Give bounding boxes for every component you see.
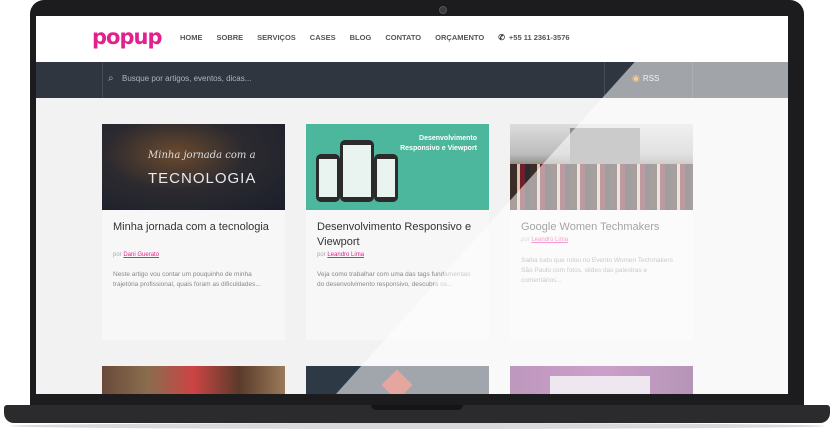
thumbnail-caption: Desenvolvimento Responsivo e Viewport xyxy=(400,135,477,152)
post-author-link[interactable]: Dani Guerato xyxy=(123,252,159,258)
nav-item-servicos[interactable]: SERVIÇOS xyxy=(257,33,296,42)
photo-projection-screen xyxy=(570,128,640,166)
rss-icon: ◉ xyxy=(632,73,640,83)
phone-illustration xyxy=(340,140,374,202)
search-input[interactable] xyxy=(122,74,422,83)
nav-item-orcamento[interactable]: ORÇAMENTO xyxy=(435,33,484,42)
phone-illustration xyxy=(374,154,398,202)
post-card[interactable]: Desenvolvimento Responsivo e Viewport De… xyxy=(306,124,489,340)
post-excerpt: Neste artigo vou contar um pouquinho de … xyxy=(113,271,261,288)
search-icon: ⌕ xyxy=(108,73,114,84)
phone-contact[interactable]: ✆ +55 11 2361-3576 xyxy=(498,33,569,42)
rss-link[interactable]: ◉ RSS xyxy=(632,73,659,84)
nav-item-cases[interactable]: CASES xyxy=(310,33,336,42)
phone-icon: ✆ xyxy=(498,33,505,42)
nav-item-sobre[interactable]: SOBRE xyxy=(217,33,244,42)
post-title[interactable]: Minha jornada com a tecnologia xyxy=(113,220,278,235)
post-title[interactable]: Desenvolvimento Responsivo e Viewport xyxy=(317,220,482,250)
post-author-link[interactable]: Leandro Lima xyxy=(327,252,364,258)
post-author-link[interactable]: Leandro Lima xyxy=(531,237,568,243)
post-byline: por Leandro Lima xyxy=(317,252,364,258)
nav-item-contato[interactable]: CONTATO xyxy=(385,33,421,42)
byline-prefix: por xyxy=(521,237,530,243)
post-thumbnail-partial[interactable] xyxy=(306,366,489,394)
main-nav: HOME SOBRE SERVIÇOS CASES BLOG CONTATO O… xyxy=(180,33,570,42)
post-byline: por Dani Guerato xyxy=(113,252,159,258)
phone-number: +55 11 2361-3576 xyxy=(508,33,570,42)
search-bar: ⌕ ◉ RSS xyxy=(36,62,788,98)
post-excerpt: Veja como trabalhar com uma das tags fun… xyxy=(317,271,471,288)
divider xyxy=(102,62,103,98)
post-thumbnail-partial[interactable] xyxy=(102,366,285,394)
laptop-screen: popup HOME SOBRE SERVIÇOS CASES BLOG CON… xyxy=(36,16,788,394)
webcam xyxy=(439,6,447,14)
post-card[interactable]: Minha jornada com a TECNOLOGIA Minha jor… xyxy=(102,124,285,340)
photo-crowd xyxy=(510,164,693,210)
byline-prefix: por xyxy=(317,252,326,258)
post-title[interactable]: Google Women Techmakers xyxy=(521,220,686,235)
byline-prefix: por xyxy=(113,252,122,258)
rss-label: RSS xyxy=(642,74,660,83)
site-logo[interactable]: popup xyxy=(92,25,162,49)
thumbnail-shape xyxy=(381,369,413,394)
post-thumbnail-partial[interactable] xyxy=(510,366,693,394)
nav-item-blog[interactable]: BLOG xyxy=(350,33,372,42)
thumbnail-title-text: TECNOLOGIA xyxy=(148,170,257,187)
thumbnail-script-text: Minha jornada com a xyxy=(148,150,256,161)
laptop-notch xyxy=(371,405,463,410)
post-excerpt: Saiba tudo que rolou no Evento Women Tec… xyxy=(521,257,673,284)
post-thumbnail[interactable]: Desenvolvimento Responsivo e Viewport xyxy=(306,124,489,210)
laptop-shadow xyxy=(10,423,824,429)
divider xyxy=(604,62,605,98)
site-header: popup HOME SOBRE SERVIÇOS CASES BLOG CON… xyxy=(36,16,788,62)
phone-illustration xyxy=(316,154,340,202)
thumbnail-shape xyxy=(550,376,650,394)
divider xyxy=(692,62,693,98)
post-card[interactable]: Google Women Techmakers por Leandro Lima… xyxy=(510,124,693,340)
post-thumbnail[interactable] xyxy=(510,124,693,210)
post-thumbnail[interactable]: Minha jornada com a TECNOLOGIA xyxy=(102,124,285,210)
post-byline: por Leandro Lima xyxy=(521,237,568,243)
nav-item-home[interactable]: HOME xyxy=(180,33,203,42)
